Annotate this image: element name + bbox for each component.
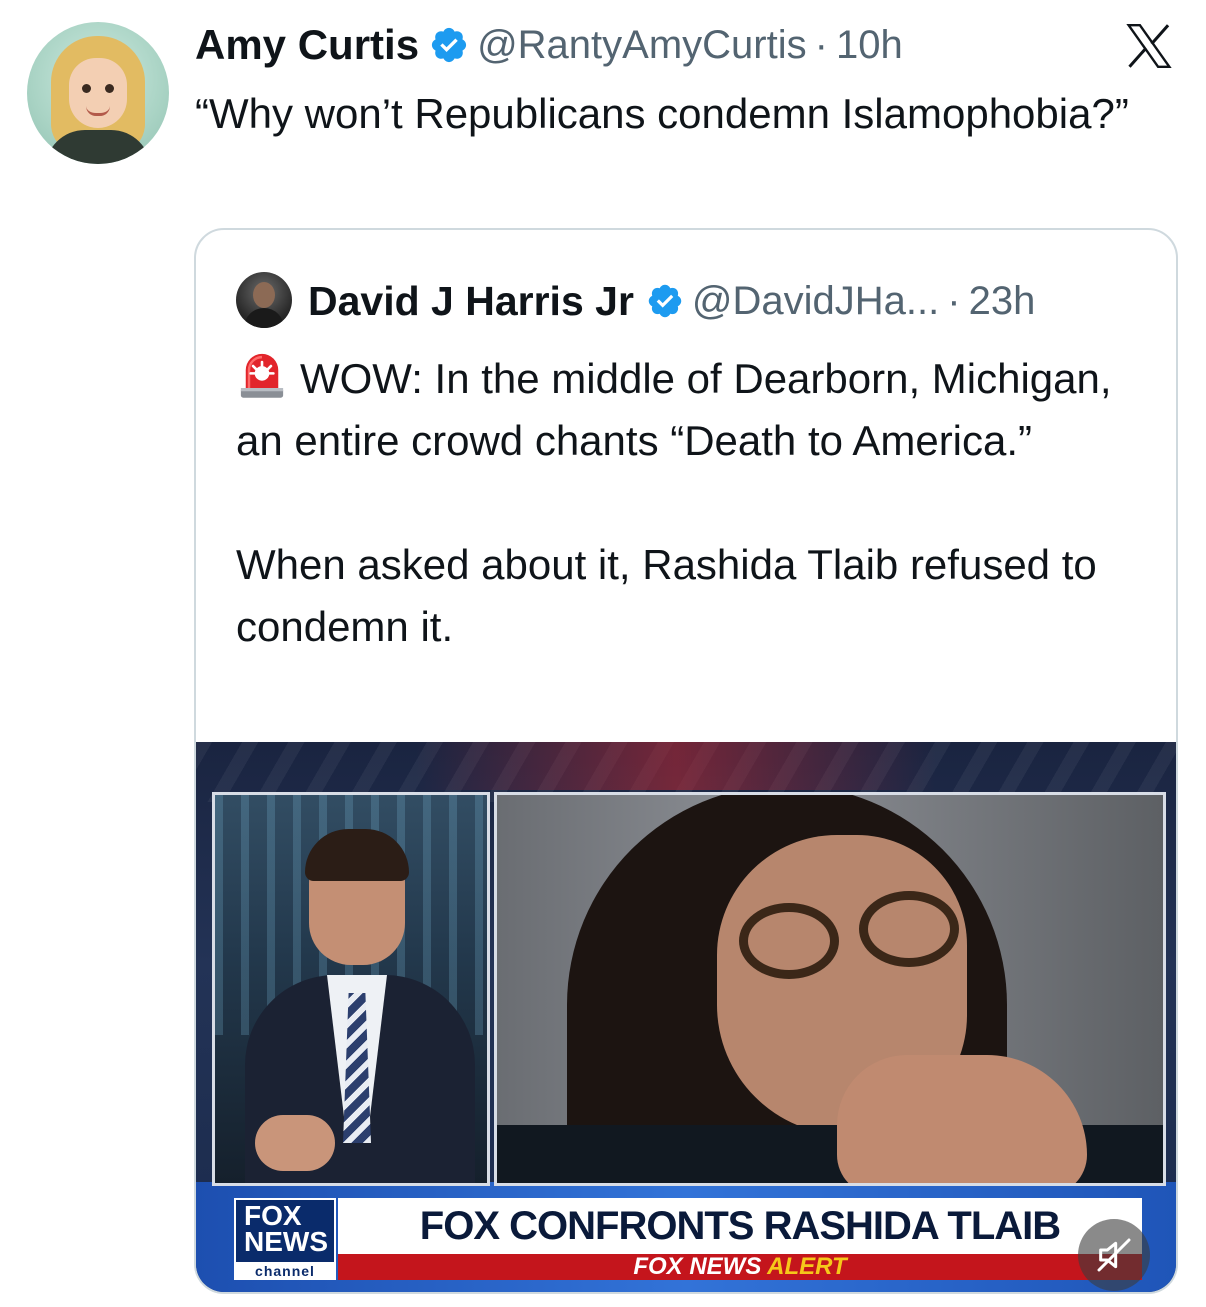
timestamp[interactable]: 10h <box>836 23 903 68</box>
host-video-panel <box>212 792 490 1186</box>
quoted-tweet-card[interactable]: David J Harris Jr @DavidJHa... · 23h WOW… <box>194 228 1178 1294</box>
avatar-eye-left <box>82 84 91 93</box>
subject-glasses-right <box>859 891 959 967</box>
verified-badge-icon <box>648 284 682 318</box>
studio-red-glow <box>416 742 936 790</box>
alert-bar: FOX NEWS ALERT <box>338 1253 1142 1281</box>
quoted-paragraph-2: When asked about it, Rashida Tlaib refus… <box>236 541 1097 650</box>
host-hand <box>255 1115 335 1171</box>
quoted-paragraph-1-text: WOW: In the middle of Dearborn, Michigan… <box>236 355 1112 464</box>
avatar-face <box>69 58 127 128</box>
news-headline: FOX CONFRONTS RASHIDA TLAIB <box>419 1203 1061 1248</box>
guest-photo-panel <box>494 792 1166 1186</box>
subject-glasses-left <box>739 903 839 979</box>
author-name[interactable]: Amy Curtis <box>195 21 419 69</box>
quoted-avatar-shoulders <box>244 308 284 328</box>
quoted-paragraph-1: WOW: In the middle of Dearborn, Michigan… <box>236 348 1156 472</box>
separator-dot: · <box>947 278 961 323</box>
tweet-text: “Why won’t Republicans condemn Islamopho… <box>195 90 1129 137</box>
fox-news-logo: FOX NEWS channel <box>234 1198 336 1280</box>
quoted-author-name[interactable]: David J Harris Jr <box>308 278 634 325</box>
headline-bar: FOX CONFRONTS RASHIDA TLAIB <box>338 1198 1142 1254</box>
quoted-avatar-head <box>253 282 275 308</box>
author-handle[interactable]: @RantyAmyCurtis <box>477 23 807 68</box>
logo-line-3: channel <box>236 1262 334 1280</box>
subject-hand <box>837 1055 1087 1183</box>
mute-button[interactable] <box>1078 1219 1150 1291</box>
logo-line-2: NEWS <box>244 1226 328 1257</box>
alert-highlight: ALERT <box>767 1253 847 1280</box>
quoted-author-avatar[interactable] <box>236 272 292 328</box>
x-logo-icon <box>1126 24 1172 68</box>
verified-badge-icon <box>431 27 467 63</box>
author-avatar[interactable] <box>27 22 169 164</box>
alert-prefix: FOX NEWS <box>633 1253 768 1280</box>
quoted-tweet-text: WOW: In the middle of Dearborn, Michigan… <box>236 348 1156 658</box>
video-thumbnail[interactable]: FOX NEWS channel FOX CONFRONTS RASHIDA T… <box>196 742 1176 1292</box>
rotating-light-icon <box>240 353 284 398</box>
avatar-eye-right <box>105 84 114 93</box>
news-lower-third: FOX NEWS channel FOX CONFRONTS RASHIDA T… <box>234 1198 1142 1280</box>
tweet-header: Amy Curtis @RantyAmyCurtis · 10h <box>195 20 903 70</box>
speaker-muted-icon <box>1097 1238 1131 1272</box>
quoted-timestamp[interactable]: 23h <box>969 279 1036 324</box>
quoted-author-handle[interactable]: @DavidJHa... <box>692 279 939 324</box>
news-alert-label: FOX NEWS ALERT <box>633 1253 846 1281</box>
quoted-tweet-header: David J Harris Jr @DavidJHa... · 23h <box>308 274 1035 328</box>
separator-dot: · <box>814 22 828 67</box>
